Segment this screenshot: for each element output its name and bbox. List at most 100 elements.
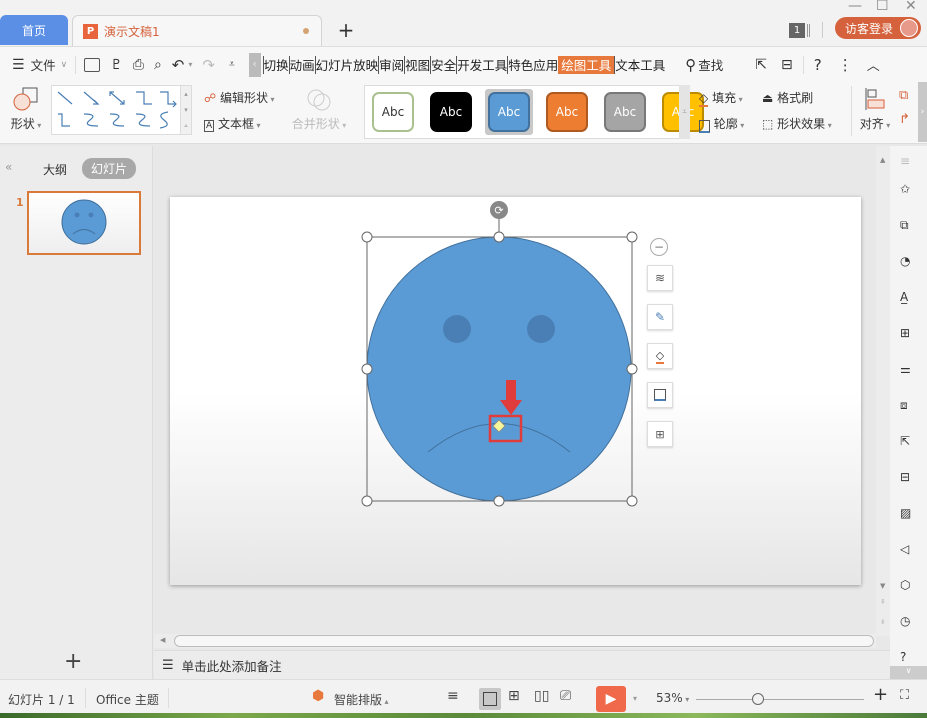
undo-dropdown-icon[interactable]: ▾ [188, 60, 192, 69]
close-button[interactable]: ✕ [905, 0, 917, 14]
zoom-in-icon[interactable]: + [873, 684, 888, 705]
fit-window-icon[interactable]: ⛶ [900, 688, 909, 703]
group-icon[interactable]: ⧉ [899, 88, 908, 103]
text-box-button[interactable]: A 文本框 ▾ [204, 115, 261, 132]
reading-view-icon[interactable]: ▯▯ [534, 688, 549, 704]
tab-7[interactable]: 特色应用 [507, 55, 558, 74]
animation-star-icon[interactable]: ✩ [900, 182, 918, 200]
sidebar-expand-button[interactable]: ∨ [890, 666, 927, 679]
search-button[interactable]: ⚲ 查找 [685, 55, 723, 74]
scroll-tabs-left-button[interactable]: ‹ [248, 52, 261, 77]
export-share-icon[interactable]: ⇱ [900, 434, 918, 452]
text-style-icon[interactable]: A̲ [900, 290, 918, 308]
add-slide-button[interactable]: + [64, 649, 82, 674]
horizontal-scrollbar[interactable]: ◀ [154, 634, 876, 648]
undo-icon[interactable]: ↶ [172, 56, 185, 74]
shape-effects-button[interactable]: ⬚ 形状效果 ▾ [762, 115, 832, 132]
smart-layout-button[interactable]: 智能排版 ▴ [334, 691, 389, 708]
tab-3[interactable]: 审阅 [378, 55, 404, 74]
comment-icon[interactable]: ⊟ [781, 57, 793, 73]
next-slide-icon[interactable]: ⇟ [880, 618, 886, 626]
style-swatch-0[interactable]: Abc [369, 89, 417, 135]
tab-slides[interactable]: 幻灯片 [82, 158, 137, 179]
collapse-ribbon-icon[interactable]: ︿ [867, 55, 880, 74]
tab-2[interactable]: 幻灯片放映 [314, 55, 378, 74]
file-menu[interactable]: ☰ 文件 ∨ [12, 55, 67, 74]
style-gallery-more-button[interactable]: ⩡ [679, 85, 690, 139]
slide-transition-icon[interactable]: ⧉ [900, 218, 918, 236]
smiley-face-shape[interactable] [366, 236, 632, 502]
maximize-button[interactable]: ☐ [876, 0, 889, 14]
play-slideshow-button[interactable]: ▶ [596, 686, 626, 712]
scroll-down-icon[interactable]: ▼ [880, 582, 885, 590]
more-options-button[interactable]: ⊞ [647, 421, 673, 447]
style-swatch-1[interactable]: Abc [427, 89, 475, 135]
tab-1[interactable]: 动画 [288, 55, 315, 74]
help-icon[interactable]: ? [814, 56, 822, 74]
audio-speaker-icon[interactable]: ◁ [900, 542, 918, 560]
layers-button[interactable]: ≋ [647, 265, 673, 291]
selected-shape[interactable]: ⟳ [350, 195, 650, 515]
share-icon[interactable]: ⇱ [755, 57, 767, 73]
line-shape-gallery[interactable] [51, 85, 192, 135]
zoom-slider-thumb[interactable] [752, 693, 764, 705]
format-painter-button[interactable]: ⏏ 格式刷 [762, 89, 813, 106]
style-brush-button[interactable]: ✎ [647, 304, 673, 330]
image-gallery-icon[interactable]: ⧈ [900, 398, 918, 416]
tab-5[interactable]: 安全 [430, 55, 456, 74]
collapse-float-toolbar-button[interactable]: − [650, 238, 668, 256]
style-swatch-4[interactable]: Abc [601, 89, 649, 135]
badge-hexagon-icon[interactable]: ⬡ [900, 578, 918, 596]
collapse-panel-icon[interactable]: « [5, 160, 12, 174]
minimize-button[interactable]: — [848, 0, 862, 14]
archive-box-icon[interactable]: ⊟ [900, 470, 918, 488]
play-dropdown-icon[interactable]: ▾ [633, 694, 637, 703]
new-tab-button[interactable]: + [336, 18, 356, 42]
shape-button[interactable]: 形状 ▾ [6, 86, 46, 132]
templates-grid-icon[interactable]: ⊞ [900, 326, 918, 344]
outline-button[interactable]: 轮廓 ▾ [699, 115, 744, 133]
tab-6[interactable]: 开发工具 [456, 55, 507, 74]
picture-icon[interactable]: ▨ [900, 506, 918, 524]
record-icon[interactable]: ⎚ [560, 688, 571, 704]
print-preview-icon[interactable]: ⌕ [154, 57, 162, 73]
slide-thumbnail[interactable] [27, 191, 141, 255]
tab-4[interactable]: 视图 [404, 55, 430, 74]
fill-float-button[interactable]: ◇ [647, 343, 673, 369]
window-count-badge[interactable]: 1 [789, 23, 805, 38]
properties-sliders-icon[interactable]: ⚌ [900, 362, 918, 380]
scroll-up-icon[interactable]: ▲ [880, 156, 885, 164]
more-icon[interactable]: ⋮ [838, 56, 853, 74]
horizontal-scroll-thumb[interactable] [174, 635, 874, 647]
notes-toggle-icon[interactable]: ≡ [447, 688, 459, 704]
format-painter-icon[interactable]: ♇ [110, 57, 123, 73]
notes-area[interactable]: ☰ 单击此处添加备注 [154, 650, 890, 679]
guest-login-button[interactable]: 访客登录 [835, 17, 921, 39]
tab-document[interactable]: P 演示文稿1 [72, 15, 322, 46]
outline-float-button[interactable] [647, 382, 673, 408]
scroll-left-icon[interactable]: ◀ [160, 636, 165, 644]
align-button[interactable]: 对齐 ▾ [857, 86, 893, 132]
rotate-icon[interactable]: ↱ [899, 112, 910, 127]
slide-sorter-icon[interactable]: ⊞ [508, 688, 520, 704]
gallery-scroll-button[interactable]: ▴ ▾ ⩡ [180, 85, 192, 135]
fill-button[interactable]: ◇ 填充 ▾ [699, 89, 743, 107]
edit-shape-button[interactable]: ☍ 编辑形状 ▾ [204, 89, 275, 106]
tab-8[interactable]: 绘图工具 [558, 55, 615, 74]
customize-toolbar-icon[interactable]: ⩡ [229, 59, 235, 70]
drag-handle-icon[interactable]: ≡ [900, 154, 918, 172]
tab-home[interactable]: 首页 [0, 15, 68, 45]
tab-9[interactable]: 文本工具 [614, 55, 665, 74]
history-clock-icon[interactable]: ◷ [900, 614, 918, 632]
print-icon[interactable]: ⎙ [133, 57, 144, 73]
shapes-icon[interactable]: ◔ [900, 254, 918, 272]
theme-name[interactable]: Office 主题 [96, 691, 159, 708]
save-icon[interactable] [84, 57, 101, 72]
ribbon-scroll-right-button[interactable]: › [918, 82, 927, 142]
zoom-level[interactable]: 53% ▾ [656, 691, 689, 705]
vertical-scrollbar[interactable]: ▲ ▼ ⇞ ⇟ [876, 146, 890, 636]
zoom-slider-track[interactable] [696, 699, 864, 700]
prev-slide-icon[interactable]: ⇞ [880, 598, 886, 606]
tab-0[interactable]: 切换 [262, 55, 289, 74]
style-swatch-2[interactable]: Abc [485, 89, 533, 135]
